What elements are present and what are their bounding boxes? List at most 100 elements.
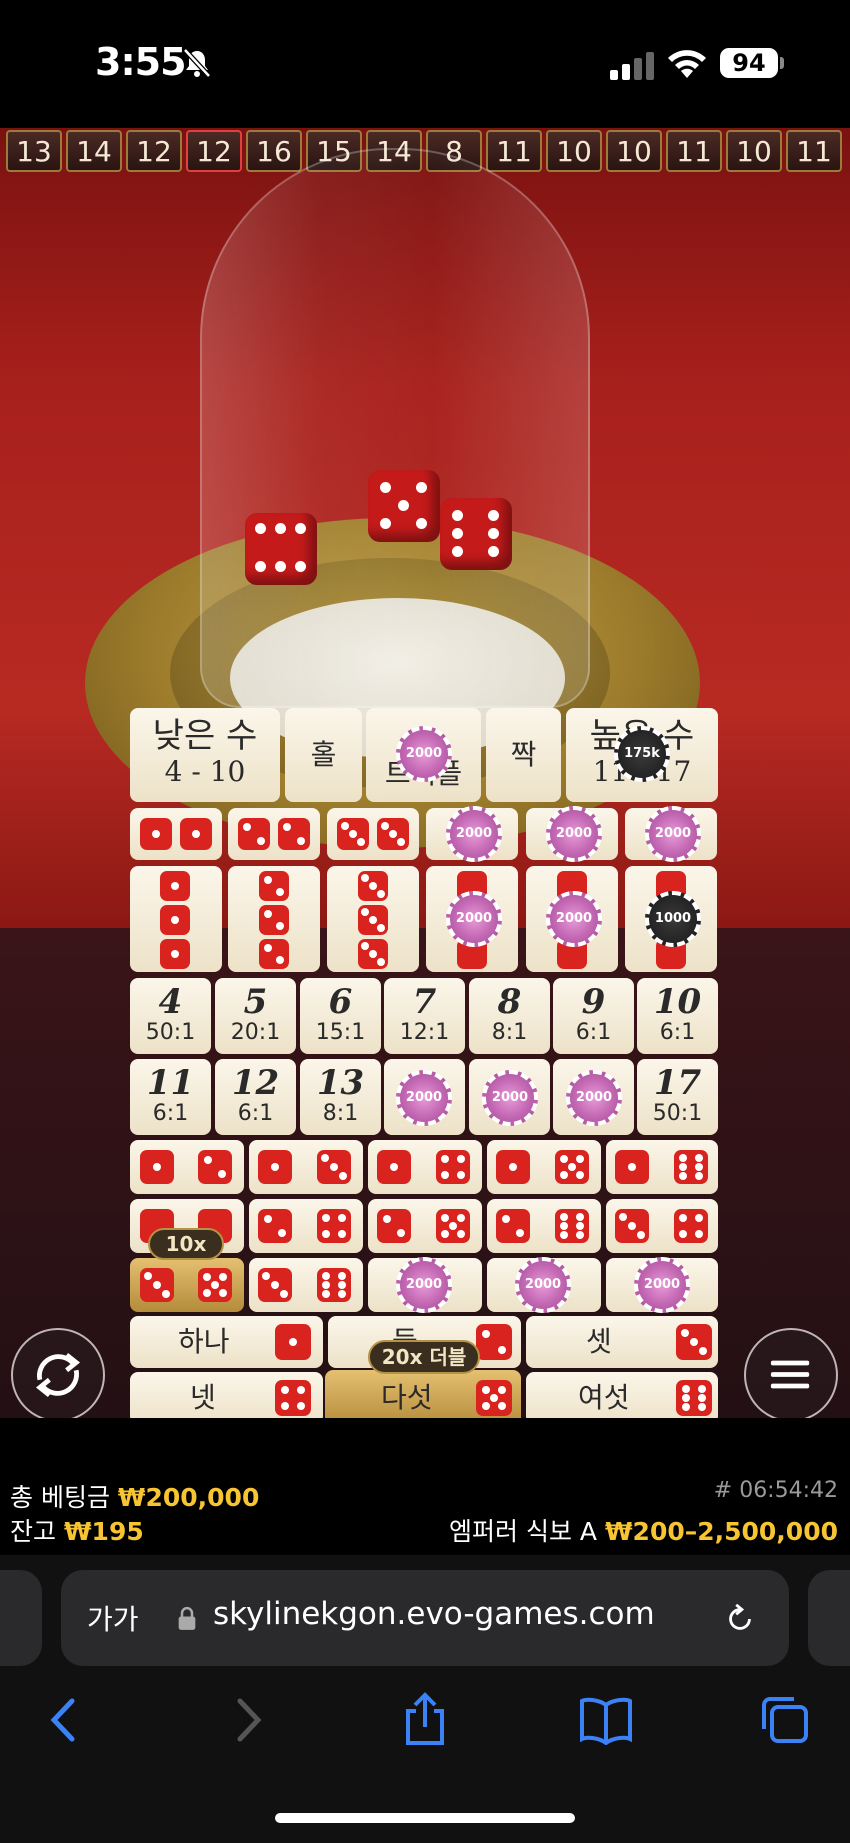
chip-175k: 175k	[614, 726, 670, 782]
die-face-1	[275, 1324, 311, 1360]
bet-total-11[interactable]: 11 6:1	[130, 1059, 211, 1135]
chip-2000: 2000	[566, 1070, 622, 1126]
low-label: 낮은 수	[152, 716, 258, 756]
chip-2000: 2000	[396, 726, 452, 782]
back-icon[interactable]	[44, 1695, 84, 1745]
bookmarks-icon[interactable]	[578, 1695, 634, 1745]
silent-bell-icon	[183, 48, 211, 78]
die-face	[496, 1209, 530, 1243]
repeat-icon	[35, 1353, 81, 1397]
tabs-icon[interactable]	[758, 1693, 812, 1747]
previous-tab-preview[interactable]	[0, 1570, 42, 1666]
chip-2000: 2000	[546, 891, 602, 947]
die-face-3	[358, 905, 388, 935]
game-stage: 13 14 12 12 16 15 14 8 11 10 10 11 10 11…	[0, 128, 850, 1418]
die-face-3	[337, 818, 369, 850]
chip-2000: 2000	[446, 891, 502, 947]
bet-total-7[interactable]: 7 12:1	[384, 978, 465, 1054]
bet-total-9[interactable]: 9 6:1	[553, 978, 634, 1054]
bet-total-12[interactable]: 12 6:1	[215, 1059, 296, 1135]
single-6-label: 여섯	[578, 1381, 630, 1414]
die-face	[258, 1268, 292, 1302]
balance-value: ₩195	[63, 1517, 144, 1546]
next-tab-preview[interactable]	[808, 1570, 850, 1666]
die-face	[258, 1209, 292, 1243]
even-label: 짝	[510, 738, 537, 771]
bet-total-17[interactable]: 17 50:1	[637, 1059, 718, 1135]
die-face-2	[259, 939, 289, 969]
die-face	[377, 1150, 411, 1184]
die-face	[615, 1150, 649, 1184]
die-face	[258, 1150, 292, 1184]
bet-total-13[interactable]: 13 8:1	[300, 1059, 381, 1135]
table-limits-row[interactable]: 엠퍼러 식보 A ₩200–2,500,000	[449, 1512, 838, 1548]
die-face-2	[238, 818, 270, 850]
chip-2000: 2000	[396, 1257, 452, 1313]
bet-low[interactable]: 낮은 수 4 - 10	[130, 708, 280, 802]
chip-2000: 2000	[634, 1257, 690, 1313]
die-face	[436, 1150, 470, 1184]
die-face-3	[358, 939, 388, 969]
chip-1000: 1000	[645, 891, 701, 947]
die-face-6	[676, 1380, 712, 1416]
die-face	[377, 1209, 411, 1243]
rebet-button[interactable]	[11, 1328, 105, 1418]
balance-label: 잔고	[10, 1517, 57, 1546]
forward-icon[interactable]	[228, 1695, 268, 1745]
battery-indicator: 94	[720, 48, 778, 78]
die-face	[555, 1209, 589, 1243]
total-bet-label: 총 베팅금	[10, 1483, 110, 1512]
lock-icon	[178, 1606, 196, 1630]
bet-total-10[interactable]: 10 6:1	[637, 978, 718, 1054]
bet-total-6[interactable]: 6 15:1	[300, 978, 381, 1054]
single-1-label: 하나	[178, 1325, 230, 1358]
die-face	[140, 1268, 174, 1302]
total-bet-row: 총 베팅금 ₩200,000	[10, 1478, 259, 1514]
wifi-icon	[668, 50, 706, 78]
die-face-2	[259, 871, 289, 901]
die-face	[198, 1268, 232, 1302]
die-face-2	[278, 818, 310, 850]
bet-total-8[interactable]: 8 8:1	[469, 978, 550, 1054]
home-indicator	[275, 1813, 575, 1823]
battery-tip	[780, 57, 784, 69]
die-face	[674, 1150, 708, 1184]
die-face-5	[476, 1380, 512, 1416]
chip-2000: 2000	[446, 806, 502, 862]
bet-total-4[interactable]: 4 50:1	[130, 978, 211, 1054]
die-face-1	[160, 871, 190, 901]
die-face	[555, 1150, 589, 1184]
die-face	[140, 1150, 174, 1184]
die-face	[317, 1209, 351, 1243]
odd-label: 홀	[310, 738, 337, 771]
bet-even[interactable]: 짝	[486, 708, 561, 802]
chip-2000: 2000	[546, 806, 602, 862]
clock: 3:55	[95, 40, 187, 84]
die-face-2	[476, 1324, 512, 1360]
die-face-1	[140, 818, 172, 850]
share-icon[interactable]	[400, 1691, 450, 1747]
text-size-button[interactable]: 가가	[87, 1598, 139, 1638]
address-bar[interactable]: 가가 skylinekgon.evo-games.com	[61, 1570, 789, 1666]
chip-2000: 2000	[482, 1070, 538, 1126]
menu-button[interactable]	[744, 1328, 838, 1418]
die-face	[674, 1209, 708, 1243]
die-face	[317, 1150, 351, 1184]
bet-total-5[interactable]: 5 20:1	[215, 978, 296, 1054]
chip-2000: 2000	[396, 1070, 452, 1126]
total-bet-value: ₩200,000	[117, 1483, 260, 1512]
die-face-2	[259, 905, 289, 935]
die-face	[496, 1150, 530, 1184]
reload-icon[interactable]	[723, 1602, 757, 1636]
single-5-label: 다섯	[381, 1381, 433, 1414]
multiplier-20x-badge: 20x 더블	[368, 1340, 480, 1374]
bet-odd[interactable]: 홀	[285, 708, 362, 802]
balance-row: 잔고 ₩195	[10, 1512, 144, 1548]
die-face-1	[180, 818, 212, 850]
single-3-label: 셋	[586, 1325, 612, 1358]
table-name: 엠퍼러 식보 A	[449, 1517, 598, 1546]
die-face	[198, 1150, 232, 1184]
die-face	[317, 1268, 351, 1302]
die-face-4	[275, 1380, 311, 1416]
status-bar: 3:55 94	[0, 0, 850, 128]
